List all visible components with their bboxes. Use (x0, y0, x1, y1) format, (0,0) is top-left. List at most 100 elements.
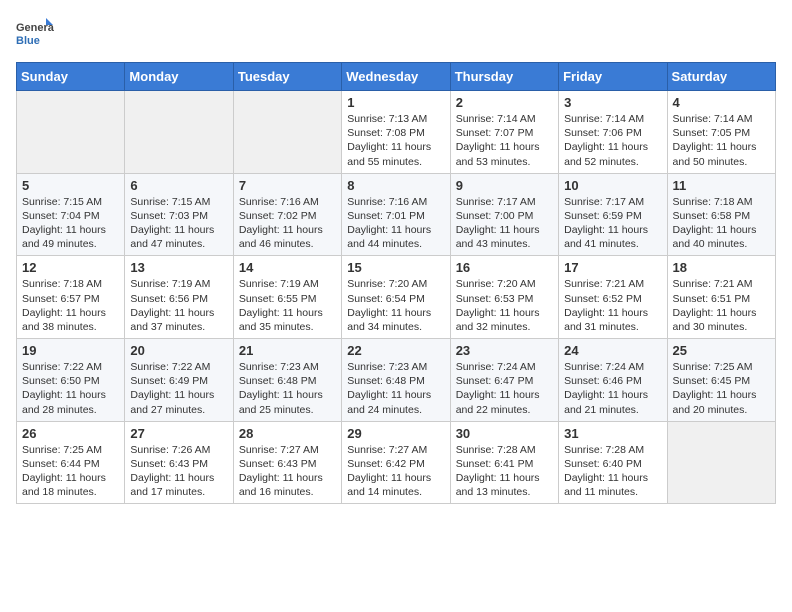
day-number: 10 (564, 178, 661, 193)
cell-sun-info: Sunrise: 7:16 AM Sunset: 7:01 PM Dayligh… (347, 195, 444, 252)
day-number: 29 (347, 426, 444, 441)
day-number: 20 (130, 343, 227, 358)
day-number: 27 (130, 426, 227, 441)
cell-sun-info: Sunrise: 7:27 AM Sunset: 6:43 PM Dayligh… (239, 443, 336, 500)
week-row-3: 12 Sunrise: 7:18 AM Sunset: 6:57 PM Dayli… (17, 256, 776, 339)
cell-sun-info: Sunrise: 7:18 AM Sunset: 6:57 PM Dayligh… (22, 277, 119, 334)
day-number: 13 (130, 260, 227, 275)
day-number: 6 (130, 178, 227, 193)
day-number: 7 (239, 178, 336, 193)
cell-sun-info: Sunrise: 7:25 AM Sunset: 6:45 PM Dayligh… (673, 360, 770, 417)
calendar-cell: 20 Sunrise: 7:22 AM Sunset: 6:49 PM Dayli… (125, 339, 233, 422)
cell-sun-info: Sunrise: 7:18 AM Sunset: 6:58 PM Dayligh… (673, 195, 770, 252)
day-number: 14 (239, 260, 336, 275)
week-row-1: 1Sunrise: 7:13 AM Sunset: 7:08 PM Daylig… (17, 91, 776, 174)
weekday-header-friday: Friday (559, 63, 667, 91)
day-number: 31 (564, 426, 661, 441)
week-row-4: 19 Sunrise: 7:22 AM Sunset: 6:50 PM Dayli… (17, 339, 776, 422)
calendar-cell: 30 Sunrise: 7:28 AM Sunset: 6:41 PM Dayli… (450, 421, 558, 504)
day-number: 19 (22, 343, 119, 358)
day-number: 26 (22, 426, 119, 441)
calendar-cell: 28 Sunrise: 7:27 AM Sunset: 6:43 PM Dayli… (233, 421, 341, 504)
cell-sun-info: Sunrise: 7:21 AM Sunset: 6:51 PM Dayligh… (673, 277, 770, 334)
calendar-cell: 11 Sunrise: 7:18 AM Sunset: 6:58 PM Dayli… (667, 173, 775, 256)
calendar-cell: 15 Sunrise: 7:20 AM Sunset: 6:54 PM Dayli… (342, 256, 450, 339)
cell-sun-info: Sunrise: 7:17 AM Sunset: 7:00 PM Dayligh… (456, 195, 553, 252)
calendar-cell: 4 Sunrise: 7:14 AM Sunset: 7:05 PM Daylig… (667, 91, 775, 174)
calendar-cell: 22 Sunrise: 7:23 AM Sunset: 6:48 PM Dayli… (342, 339, 450, 422)
logo: General Blue (16, 16, 54, 54)
weekday-header-saturday: Saturday (667, 63, 775, 91)
calendar-cell: 8 Sunrise: 7:16 AM Sunset: 7:01 PM Daylig… (342, 173, 450, 256)
calendar-cell: 13 Sunrise: 7:19 AM Sunset: 6:56 PM Dayli… (125, 256, 233, 339)
day-number: 9 (456, 178, 553, 193)
calendar-cell: 1Sunrise: 7:13 AM Sunset: 7:08 PM Daylig… (342, 91, 450, 174)
weekday-header-monday: Monday (125, 63, 233, 91)
cell-sun-info: Sunrise: 7:14 AM Sunset: 7:06 PM Dayligh… (564, 112, 661, 169)
day-number: 4 (673, 95, 770, 110)
calendar-cell: 25 Sunrise: 7:25 AM Sunset: 6:45 PM Dayli… (667, 339, 775, 422)
day-number: 15 (347, 260, 444, 275)
day-number: 12 (22, 260, 119, 275)
cell-sun-info: Sunrise: 7:27 AM Sunset: 6:42 PM Dayligh… (347, 443, 444, 500)
calendar-cell: 12 Sunrise: 7:18 AM Sunset: 6:57 PM Dayli… (17, 256, 125, 339)
calendar-cell: 14 Sunrise: 7:19 AM Sunset: 6:55 PM Dayli… (233, 256, 341, 339)
day-number: 3 (564, 95, 661, 110)
day-number: 28 (239, 426, 336, 441)
svg-text:Blue: Blue (16, 35, 40, 47)
cell-sun-info: Sunrise: 7:25 AM Sunset: 6:44 PM Dayligh… (22, 443, 119, 500)
day-number: 17 (564, 260, 661, 275)
cell-sun-info: Sunrise: 7:19 AM Sunset: 6:56 PM Dayligh… (130, 277, 227, 334)
calendar-cell: 9 Sunrise: 7:17 AM Sunset: 7:00 PM Daylig… (450, 173, 558, 256)
cell-sun-info: Sunrise: 7:20 AM Sunset: 6:53 PM Dayligh… (456, 277, 553, 334)
calendar-cell: 18 Sunrise: 7:21 AM Sunset: 6:51 PM Dayli… (667, 256, 775, 339)
weekday-header-sunday: Sunday (17, 63, 125, 91)
weekday-header-row: SundayMondayTuesdayWednesdayThursdayFrid… (17, 63, 776, 91)
calendar-cell: 2 Sunrise: 7:14 AM Sunset: 7:07 PM Daylig… (450, 91, 558, 174)
cell-sun-info: Sunrise: 7:20 AM Sunset: 6:54 PM Dayligh… (347, 277, 444, 334)
calendar: SundayMondayTuesdayWednesdayThursdayFrid… (16, 62, 776, 504)
calendar-cell: 5 Sunrise: 7:15 AM Sunset: 7:04 PM Daylig… (17, 173, 125, 256)
day-number: 24 (564, 343, 661, 358)
cell-sun-info: Sunrise: 7:15 AM Sunset: 7:03 PM Dayligh… (130, 195, 227, 252)
cell-sun-info: Sunrise: 7:14 AM Sunset: 7:07 PM Dayligh… (456, 112, 553, 169)
cell-sun-info: Sunrise: 7:13 AM Sunset: 7:08 PM Dayligh… (347, 112, 444, 169)
week-row-5: 26 Sunrise: 7:25 AM Sunset: 6:44 PM Dayli… (17, 421, 776, 504)
calendar-cell: 6 Sunrise: 7:15 AM Sunset: 7:03 PM Daylig… (125, 173, 233, 256)
calendar-cell (233, 91, 341, 174)
day-number: 30 (456, 426, 553, 441)
calendar-cell (125, 91, 233, 174)
week-row-2: 5 Sunrise: 7:15 AM Sunset: 7:04 PM Daylig… (17, 173, 776, 256)
cell-sun-info: Sunrise: 7:22 AM Sunset: 6:50 PM Dayligh… (22, 360, 119, 417)
cell-sun-info: Sunrise: 7:22 AM Sunset: 6:49 PM Dayligh… (130, 360, 227, 417)
cell-sun-info: Sunrise: 7:24 AM Sunset: 6:47 PM Dayligh… (456, 360, 553, 417)
calendar-cell: 24Sunrise: 7:24 AM Sunset: 6:46 PM Dayli… (559, 339, 667, 422)
cell-sun-info: Sunrise: 7:14 AM Sunset: 7:05 PM Dayligh… (673, 112, 770, 169)
cell-sun-info: Sunrise: 7:23 AM Sunset: 6:48 PM Dayligh… (347, 360, 444, 417)
calendar-cell: 21Sunrise: 7:23 AM Sunset: 6:48 PM Dayli… (233, 339, 341, 422)
calendar-cell: 17Sunrise: 7:21 AM Sunset: 6:52 PM Dayli… (559, 256, 667, 339)
calendar-cell: 26 Sunrise: 7:25 AM Sunset: 6:44 PM Dayli… (17, 421, 125, 504)
day-number: 22 (347, 343, 444, 358)
calendar-cell (667, 421, 775, 504)
day-number: 5 (22, 178, 119, 193)
day-number: 25 (673, 343, 770, 358)
header: General Blue (16, 16, 776, 54)
weekday-header-wednesday: Wednesday (342, 63, 450, 91)
calendar-cell: 10Sunrise: 7:17 AM Sunset: 6:59 PM Dayli… (559, 173, 667, 256)
day-number: 2 (456, 95, 553, 110)
cell-sun-info: Sunrise: 7:15 AM Sunset: 7:04 PM Dayligh… (22, 195, 119, 252)
day-number: 11 (673, 178, 770, 193)
day-number: 23 (456, 343, 553, 358)
calendar-cell: 29 Sunrise: 7:27 AM Sunset: 6:42 PM Dayli… (342, 421, 450, 504)
calendar-cell: 19 Sunrise: 7:22 AM Sunset: 6:50 PM Dayli… (17, 339, 125, 422)
calendar-cell: 16 Sunrise: 7:20 AM Sunset: 6:53 PM Dayli… (450, 256, 558, 339)
calendar-cell: 31Sunrise: 7:28 AM Sunset: 6:40 PM Dayli… (559, 421, 667, 504)
calendar-cell: 3 Sunrise: 7:14 AM Sunset: 7:06 PM Daylig… (559, 91, 667, 174)
day-number: 18 (673, 260, 770, 275)
day-number: 8 (347, 178, 444, 193)
cell-sun-info: Sunrise: 7:23 AM Sunset: 6:48 PM Dayligh… (239, 360, 336, 417)
day-number: 16 (456, 260, 553, 275)
cell-sun-info: Sunrise: 7:28 AM Sunset: 6:41 PM Dayligh… (456, 443, 553, 500)
cell-sun-info: Sunrise: 7:19 AM Sunset: 6:55 PM Dayligh… (239, 277, 336, 334)
